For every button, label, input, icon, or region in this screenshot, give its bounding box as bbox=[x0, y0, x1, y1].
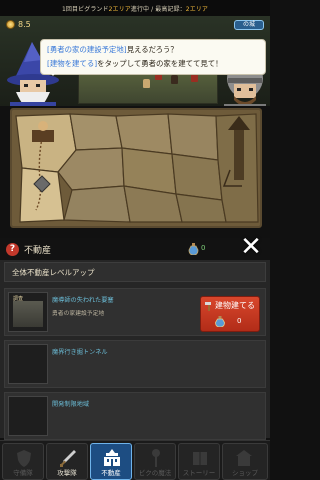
castle-chip[interactable]: の城 bbox=[234, 20, 264, 30]
ally-unit bbox=[171, 75, 178, 84]
real-estate-panel: ? 不動産 0 ✕ 全体不動産レベルアップ 調査 魔導師の失われた要塞 勇者の家… bbox=[0, 232, 270, 440]
building-icon bbox=[104, 449, 120, 466]
potion-icon bbox=[188, 243, 199, 255]
property-card-restricted[interactable]: 開発制限地域 bbox=[4, 392, 266, 440]
map-region bbox=[167, 113, 219, 161]
property-subtitle: 勇者の家建設予定地 bbox=[52, 311, 105, 317]
nav-attack-squad[interactable]: 攻撃隊 bbox=[46, 443, 88, 480]
potion-count: 0 bbox=[201, 244, 206, 252]
speech-line-1: [勇者の家の建設予定地]見えるだろう？ bbox=[47, 43, 259, 57]
panel-header: ? 不動産 0 ✕ bbox=[0, 232, 270, 262]
speech-highlight-site: [勇者の家の建設予定地] bbox=[47, 45, 127, 54]
book-icon bbox=[193, 452, 207, 465]
gold-counter: 8.5 bbox=[6, 20, 31, 29]
property-title: 開発制限地域 bbox=[52, 401, 90, 408]
property-title: 魔界行き掘トンネル bbox=[52, 349, 108, 356]
ally-unit bbox=[143, 79, 150, 88]
level-up-all-button[interactable]: 全体不動産レベルアップ bbox=[4, 262, 266, 282]
property-title: 魔導師の失われた要塞 bbox=[52, 297, 114, 304]
property-card-tunnel[interactable]: 魔界行き掘トンネル bbox=[4, 340, 266, 388]
property-thumbnail bbox=[8, 344, 48, 384]
speech-line-2-text: をタップして勇者の家を建てて見て！ bbox=[97, 59, 223, 68]
nav-label: 不動産 bbox=[101, 469, 121, 477]
close-button[interactable]: ✕ bbox=[236, 232, 266, 262]
build-building-button[interactable]: 建物建てる 0 bbox=[200, 296, 260, 332]
gold-value: 8.5 bbox=[18, 20, 31, 29]
status-progress: 2エリア bbox=[108, 5, 131, 13]
shield-icon bbox=[17, 450, 31, 467]
nav-label: ビクの魔法 bbox=[138, 469, 172, 477]
map-region bbox=[69, 113, 123, 151]
nav-bik-magic[interactable]: ビクの魔法 bbox=[134, 443, 176, 480]
magic-icon bbox=[152, 449, 160, 467]
nav-label: ショップ bbox=[232, 469, 258, 477]
status-prefix: 1回目ビグランド bbox=[62, 5, 109, 13]
status-bar: 1回目ビグランド 2エリア 進行中 / 最高記録： 2エリア bbox=[0, 0, 270, 16]
map-canvas bbox=[12, 110, 260, 226]
bottom-nav: 守備隊 攻撃隊 不動産 ビクの魔法 ストーリー ショップ bbox=[0, 440, 270, 480]
nav-story[interactable]: ストーリー bbox=[178, 443, 220, 480]
map-region bbox=[171, 153, 223, 201]
nav-label: 攻撃隊 bbox=[57, 469, 77, 477]
sword-icon bbox=[60, 450, 76, 467]
coin-icon bbox=[6, 20, 15, 29]
property-status-badge: 調査 bbox=[13, 296, 24, 302]
tutorial-speech-bubble: [勇者の家の建設予定地]見えるだろう？ [建物を建てる]をタップして勇者の家を建… bbox=[40, 39, 266, 76]
property-thumbnail: 調査 bbox=[8, 292, 48, 332]
speech-line-1-text: 見えるだろう？ bbox=[126, 45, 178, 54]
shop-icon bbox=[236, 450, 252, 466]
nav-shop[interactable]: ショップ bbox=[222, 443, 268, 480]
speech-highlight-build: [建物を建てる] bbox=[47, 59, 98, 68]
map-region bbox=[63, 185, 131, 223]
help-icon[interactable]: ? bbox=[6, 242, 19, 256]
build-cost: 0 bbox=[237, 317, 242, 325]
nav-garrison[interactable]: 守備隊 bbox=[2, 443, 44, 480]
build-button-label: 建物建てる bbox=[215, 301, 255, 310]
status-middle: 進行中 / 最高記録： bbox=[130, 5, 186, 13]
game-header: 8.5 の城 [勇者の家の建設予定地]見えるだろう？ [建物を建てる]をタップし… bbox=[0, 16, 270, 106]
nav-real-estate[interactable]: 不動産 bbox=[90, 443, 132, 480]
property-thumbnail bbox=[8, 396, 48, 436]
ruins-image bbox=[13, 301, 43, 327]
hammer-icon bbox=[205, 302, 211, 311]
nav-label: 守備隊 bbox=[13, 469, 33, 477]
potion-icon bbox=[215, 316, 225, 327]
panel-title: 不動産 bbox=[24, 245, 52, 256]
nav-label: ストーリー bbox=[182, 469, 216, 477]
speech-line-2: [建物を建てる]をタップして勇者の家を建てて見て！ bbox=[47, 57, 259, 71]
status-record: 2エリア bbox=[185, 5, 208, 13]
world-map[interactable] bbox=[10, 108, 262, 228]
